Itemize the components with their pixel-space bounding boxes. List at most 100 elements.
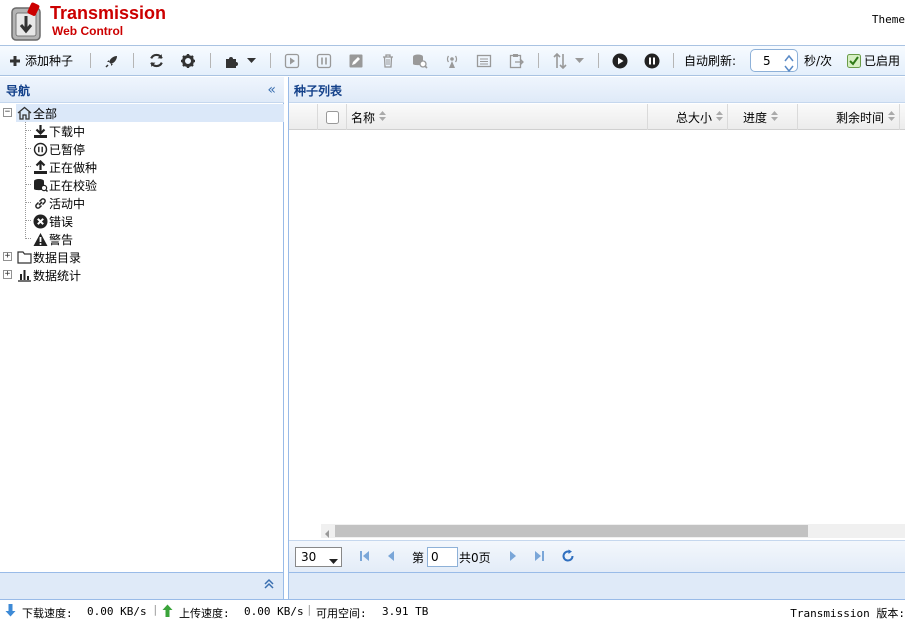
- tree-toggle-expand[interactable]: +: [3, 270, 12, 279]
- status-divider: |: [306, 603, 313, 616]
- add-torrent-button[interactable]: 添加种子: [8, 46, 73, 75]
- tree-item-active[interactable]: 活动中: [32, 194, 85, 212]
- start-torrent-button[interactable]: [284, 46, 300, 75]
- pause-all-torrents-button[interactable]: [644, 46, 660, 75]
- clipboard-icon: [508, 53, 524, 69]
- column-size[interactable]: 总大小: [647, 104, 727, 130]
- scroll-left-icon[interactable]: [324, 527, 330, 541]
- home-icon: [16, 105, 32, 121]
- toolbar-separator: [133, 53, 134, 68]
- upload-speed-label: 上传速度:: [179, 607, 230, 620]
- link-icon: [32, 195, 48, 211]
- theme-selector[interactable]: Theme: [872, 13, 905, 26]
- start-all-torrents-button[interactable]: [612, 46, 628, 75]
- tree-item-statistics[interactable]: 数据统计: [16, 266, 81, 284]
- refresh-interval-value: 5: [763, 54, 771, 68]
- pagination-bar: 30 第 0 共0页: [289, 540, 905, 572]
- toolbar: 添加种子 自动刷新: 5 秒/次 已启用: [0, 45, 905, 76]
- error-icon: [32, 213, 48, 229]
- start-all-button[interactable]: [104, 46, 120, 75]
- tree-guide: [25, 220, 31, 221]
- sort-icon: [379, 110, 387, 124]
- trash-icon: [380, 53, 396, 69]
- enabled-label: 已启用: [864, 54, 901, 68]
- sort-icon: [716, 110, 723, 124]
- page-size-select[interactable]: 30: [295, 547, 342, 567]
- queue-menu-button[interactable]: [552, 46, 584, 75]
- torrent-list-panel: 种子列表 名称 总大小 进度 剩余时间 30 第 0 共0页: [288, 77, 905, 572]
- tree-item-paused[interactable]: 已暂停: [32, 140, 85, 158]
- select-all-checkbox[interactable]: [317, 104, 346, 130]
- spin-down-icon[interactable]: [783, 62, 795, 73]
- auto-refresh-toggle[interactable]: 已启用: [847, 46, 900, 75]
- tree-toggle-collapse[interactable]: −: [3, 108, 12, 117]
- first-page-icon[interactable]: [359, 550, 371, 565]
- torrent-list-title: 种子列表: [294, 84, 343, 98]
- page-number-input[interactable]: 0: [427, 547, 458, 567]
- status-bar: 下载速度: 0.00 KB/s | 上传速度: 0.00 KB/s | 可用空间…: [0, 599, 905, 625]
- toolbar-separator: [598, 53, 599, 68]
- torrent-list-header: 种子列表: [289, 77, 905, 103]
- tree-item-data-folders[interactable]: 数据目录: [16, 248, 81, 266]
- spin-up-icon[interactable]: [783, 52, 795, 62]
- tree-item-label: 错误: [49, 214, 74, 229]
- download-arrow-icon: [5, 604, 16, 620]
- horizontal-scrollbar[interactable]: [321, 524, 905, 538]
- grid-header: 名称 总大小 进度 剩余时间: [289, 104, 905, 130]
- verify-button[interactable]: [411, 46, 428, 75]
- add-torrent-label: 添加种子: [25, 54, 74, 68]
- tree-item-label: 活动中: [49, 196, 86, 211]
- tree-toggle-expand[interactable]: +: [3, 252, 12, 261]
- page-total: 共0页: [459, 551, 491, 565]
- tree-item-label: 数据目录: [33, 250, 82, 265]
- remove-button[interactable]: [380, 46, 396, 75]
- column-name[interactable]: 名称: [346, 104, 647, 130]
- rename-button[interactable]: [348, 46, 364, 75]
- scrollbar-thumb[interactable]: [335, 525, 808, 537]
- reload-icon[interactable]: [561, 549, 575, 566]
- reannounce-button[interactable]: [444, 46, 460, 75]
- plugins-menu-button[interactable]: [224, 46, 256, 75]
- download-speed-value: 0.00 KB/s: [87, 605, 147, 618]
- rocket-icon: [104, 53, 120, 69]
- folder-list-icon: [476, 53, 492, 69]
- refresh-interval-spinner[interactable]: 5: [750, 49, 798, 73]
- version-label: Transmission 版本:: [790, 607, 905, 620]
- refresh-unit: 秒/次: [804, 46, 832, 75]
- last-page-icon[interactable]: [533, 550, 545, 565]
- tree-guide: [25, 202, 31, 203]
- toolbar-separator: [90, 53, 91, 68]
- column-next[interactable]: [899, 104, 905, 130]
- refresh-button[interactable]: [148, 46, 165, 75]
- tree-item-label: 数据统计: [33, 268, 82, 283]
- antenna-icon: [444, 53, 460, 69]
- settings-button[interactable]: [180, 46, 196, 75]
- pause-torrent-button[interactable]: [316, 46, 332, 75]
- prev-page-icon[interactable]: [386, 550, 396, 565]
- page-number-value: 0: [431, 550, 439, 564]
- tree-item-downloading[interactable]: 下载中: [32, 122, 85, 140]
- stats-icon: [16, 267, 32, 283]
- tree-item-warning[interactable]: 警告: [32, 230, 73, 248]
- folder-icon: [16, 249, 32, 265]
- auto-refresh-text: 自动刷新:: [684, 54, 737, 68]
- app-title: Transmission: [50, 3, 167, 23]
- collapse-left-icon[interactable]: «: [267, 82, 276, 98]
- tree-item-checking[interactable]: 正在校验: [32, 176, 97, 194]
- page-prefix: 第: [412, 551, 425, 565]
- change-location-button[interactable]: [476, 46, 492, 75]
- tree-item-all[interactable]: 全部: [16, 104, 284, 122]
- puzzle-icon: [224, 53, 240, 69]
- chevron-down-icon: [329, 554, 338, 568]
- collapse-up-icon[interactable]: [263, 578, 275, 594]
- column-remaining[interactable]: 剩余时间: [797, 104, 899, 130]
- next-page-icon[interactable]: [508, 550, 518, 565]
- column-progress[interactable]: 进度: [727, 104, 797, 130]
- column-label: 进度: [743, 110, 768, 125]
- download-icon: [32, 123, 48, 139]
- copy-path-button[interactable]: [508, 46, 524, 75]
- tree-item-seeding[interactable]: 正在做种: [32, 158, 97, 176]
- auto-refresh-label: 自动刷新:: [684, 46, 736, 75]
- toolbar-separator: [538, 53, 539, 68]
- tree-item-error[interactable]: 错误: [32, 212, 73, 230]
